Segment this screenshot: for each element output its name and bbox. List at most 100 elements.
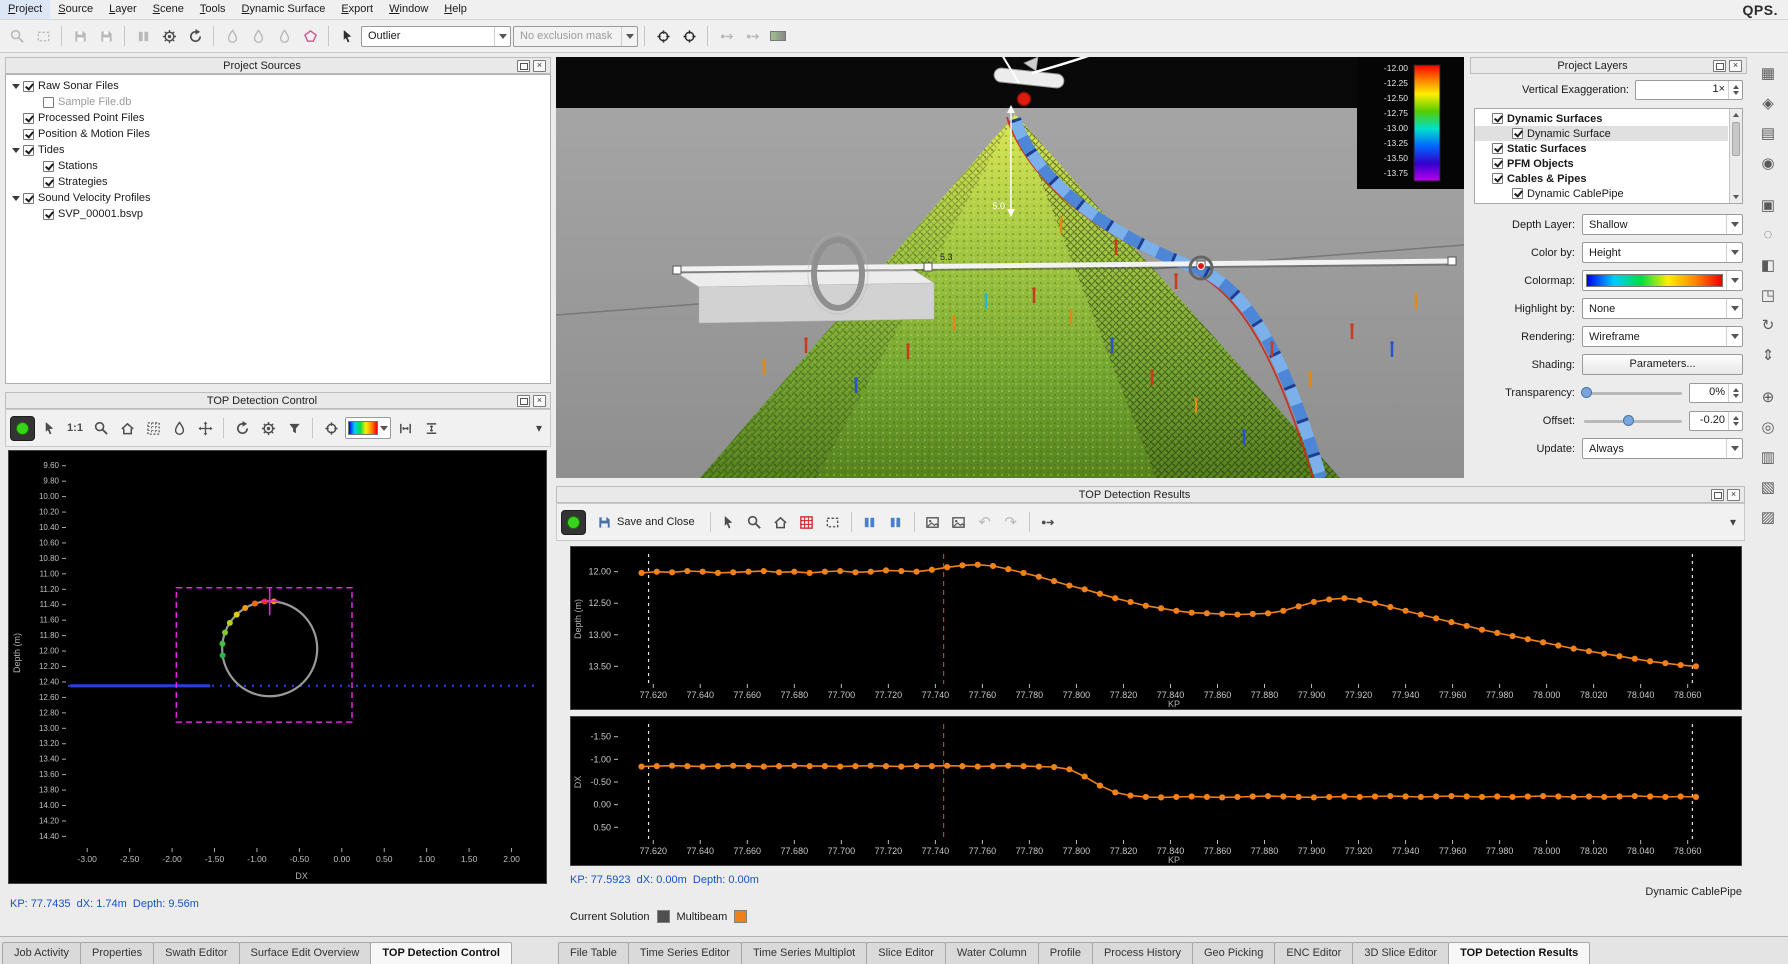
spray-medium-icon[interactable] <box>246 24 270 48</box>
float-panel-icon[interactable] <box>1711 489 1724 501</box>
menu-layer[interactable]: Layer <box>101 0 145 19</box>
save-and-close-button[interactable]: Save and Close <box>588 509 704 535</box>
menu-window[interactable]: Window <box>381 0 436 19</box>
depth-layer-select[interactable]: Shallow <box>1582 214 1743 235</box>
redo-icon[interactable]: ↷ <box>999 510 1023 534</box>
close-panel-icon[interactable]: × <box>1729 60 1742 72</box>
close-panel-icon[interactable]: × <box>533 60 546 72</box>
accept-toggle-button[interactable] <box>561 510 586 535</box>
corner-view-icon[interactable]: ◳ <box>1753 281 1783 308</box>
checkbox[interactable] <box>43 97 54 108</box>
offset-stepper[interactable]: -0.20 <box>1689 411 1743 431</box>
tab-profile[interactable]: Profile <box>1038 942 1093 964</box>
toolbar-expand-icon[interactable]: ▾ <box>532 421 546 435</box>
float-panel-icon[interactable] <box>1713 60 1726 72</box>
grid-view-icon[interactable]: ▦ <box>1753 59 1783 86</box>
tab-job-activity[interactable]: Job Activity <box>2 942 81 964</box>
dotted-line-icon-2[interactable] <box>740 24 764 48</box>
current-solution-swatch[interactable] <box>657 910 670 923</box>
tree-item-sound-velocity-profiles[interactable]: Sound Velocity Profiles <box>6 190 550 206</box>
tree-item-processed-point-files[interactable]: Processed Point Files <box>6 110 550 126</box>
close-panel-icon[interactable]: × <box>533 395 546 407</box>
add-overlay-icon[interactable]: ⊕ <box>1753 383 1783 410</box>
accept-picks-icon[interactable] <box>651 24 675 48</box>
colormap-button[interactable] <box>345 417 391 439</box>
checkbox[interactable] <box>43 209 54 220</box>
drop-tool-icon[interactable] <box>167 416 191 440</box>
spinner-arrows[interactable] <box>1728 384 1742 402</box>
scrollbar-thumb[interactable] <box>1732 122 1740 156</box>
pick-tool-icon[interactable] <box>335 24 359 48</box>
zoom-tool-icon[interactable] <box>743 510 767 534</box>
menu-dynamic-surface[interactable]: Dynamic Surface <box>234 0 334 19</box>
results-depth-chart[interactable]: 12.0012.5013.0013.5077.62077.64077.66077… <box>570 546 1742 710</box>
expander-icon[interactable] <box>10 148 21 153</box>
split-view-icon[interactable]: ◧ <box>1753 251 1783 278</box>
one-to-one-button[interactable]: 1:1 <box>63 416 87 440</box>
surface-table-icon[interactable]: ▤ <box>1753 119 1783 146</box>
tree-item-dynamic-cablepipe[interactable]: Dynamic CablePipe <box>1475 186 1728 201</box>
tab-swath-editor[interactable]: Swath Editor <box>153 942 239 964</box>
vertical-exaggeration-stepper[interactable]: 1× <box>1635 80 1743 100</box>
spinner-arrows[interactable] <box>1728 412 1742 430</box>
update-select[interactable]: Always <box>1582 438 1743 459</box>
tree-item-dynamic-surface[interactable]: Dynamic Surface <box>1475 126 1728 141</box>
tree-item-svp-00001-bsvp[interactable]: SVP_00001.bsvp <box>6 206 550 222</box>
menu-export[interactable]: Export <box>333 0 381 19</box>
polygon-tool-icon[interactable] <box>298 24 322 48</box>
spray-large-icon[interactable] <box>272 24 296 48</box>
checkbox[interactable] <box>1492 173 1503 184</box>
grid-select-icon[interactable] <box>141 416 165 440</box>
fit-height-icon[interactable] <box>419 416 443 440</box>
hatch-icon[interactable]: ▧ <box>1753 473 1783 500</box>
checkbox[interactable] <box>1492 143 1503 154</box>
scrollbar-vertical[interactable] <box>1729 109 1742 203</box>
tab-geo-picking[interactable]: Geo Picking <box>1192 942 1275 964</box>
tab-top-detection-control[interactable]: TOP Detection Control <box>370 942 512 964</box>
dotted-line-icon-1[interactable] <box>714 24 738 48</box>
rotate-view-icon[interactable]: ↻ <box>1753 311 1783 338</box>
spray-small-icon[interactable] <box>220 24 244 48</box>
checkbox[interactable] <box>1492 113 1503 124</box>
float-panel-icon[interactable] <box>517 395 530 407</box>
color-by-select[interactable]: Height <box>1582 242 1743 263</box>
checkbox[interactable] <box>43 177 54 188</box>
parameters-button[interactable]: Parameters... <box>1582 354 1743 375</box>
select-area-icon[interactable]: ▣ <box>1753 191 1783 218</box>
exclusion-mask-select[interactable]: No exclusion mask <box>513 26 638 47</box>
select-rect-icon[interactable] <box>821 510 845 534</box>
expander-icon[interactable] <box>10 196 21 201</box>
close-panel-icon[interactable]: × <box>1727 489 1740 501</box>
tab-water-column[interactable]: Water Column <box>945 942 1039 964</box>
tree-item-position-motion-files[interactable]: Position & Motion Files <box>6 126 550 142</box>
tree-item-pfm-objects[interactable]: PFM Objects <box>1475 156 1728 171</box>
offset-slider[interactable] <box>1582 412 1684 430</box>
filter-icon[interactable] <box>282 416 306 440</box>
float-panel-icon[interactable] <box>517 60 530 72</box>
tree-item-raw-sonar-files[interactable]: Raw Sonar Files <box>6 78 550 94</box>
colormap-select[interactable] <box>1582 270 1743 291</box>
highlight-by-select[interactable]: None <box>1582 298 1743 319</box>
home-view-icon[interactable] <box>115 416 139 440</box>
palette-icon[interactable]: ▨ <box>1753 503 1783 530</box>
tab-time-series-multiplot[interactable]: Time Series Multiplot <box>741 942 867 964</box>
tree-item-strategies[interactable]: Strategies <box>6 174 550 190</box>
menu-tools[interactable]: Tools <box>192 0 234 19</box>
pan-tool-icon[interactable] <box>193 416 217 440</box>
point-select-icon[interactable] <box>1036 510 1060 534</box>
tab-slice-editor[interactable]: Slice Editor <box>866 942 946 964</box>
tree-item-static-surfaces[interactable]: Static Surfaces <box>1475 141 1728 156</box>
reject-picks-icon[interactable] <box>677 24 701 48</box>
zoom-select-icon[interactable] <box>31 24 55 48</box>
slider-handle[interactable] <box>1623 415 1634 426</box>
tree-item-dynamic-surfaces[interactable]: Dynamic Surfaces <box>1475 111 1728 126</box>
transparency-stepper[interactable]: 0% <box>1689 383 1743 403</box>
tab-file-table[interactable]: File Table <box>558 942 629 964</box>
menu-source[interactable]: Source <box>50 0 101 19</box>
tab-time-series-editor[interactable]: Time Series Editor <box>628 942 742 964</box>
transparency-slider[interactable] <box>1582 384 1684 402</box>
mask-swatch-icon[interactable] <box>766 24 790 48</box>
rendering-select[interactable]: Wireframe <box>1582 326 1743 347</box>
checkbox[interactable] <box>23 193 34 204</box>
multibeam-swatch[interactable] <box>734 910 747 923</box>
